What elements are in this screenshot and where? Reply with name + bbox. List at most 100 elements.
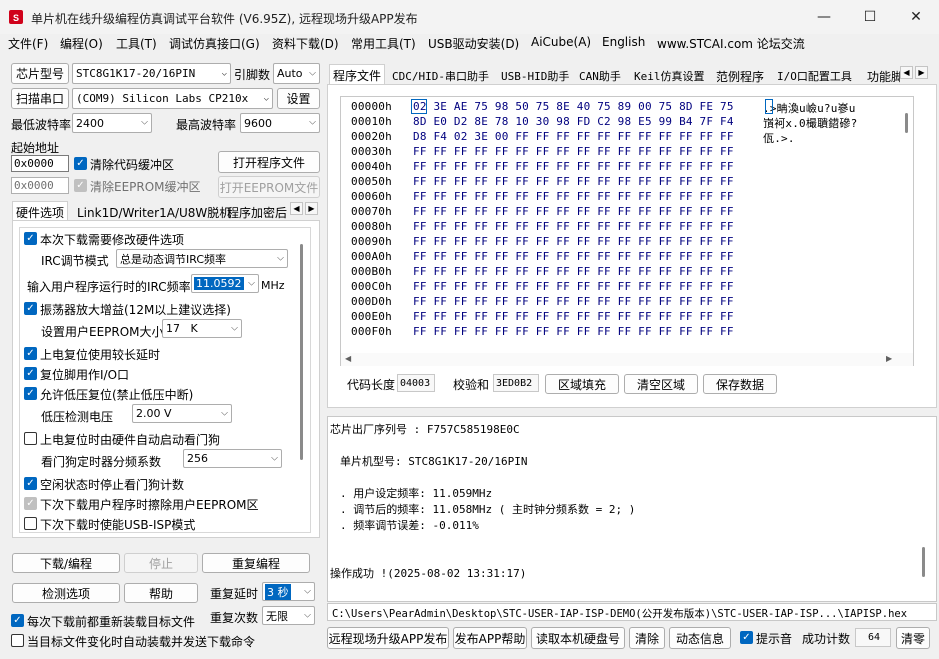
chip-model-button[interactable]: 芯片型号 (11, 63, 69, 84)
repeat-program-button[interactable]: 重复编程 (202, 553, 310, 573)
hex-editor[interactable]: 00000h 02 3E AE 75 98 50 75 8E 40 75 89 0… (340, 96, 914, 366)
repeat-count-select[interactable]: 无限 ⌵ (262, 606, 315, 625)
download-program-button[interactable]: 下载/编程 (12, 553, 120, 573)
hex-ascii: .>畘渙u嶮u?u嵾u (763, 102, 856, 115)
minimize-button[interactable]: — (801, 0, 847, 34)
tab-io-config[interactable]: I/O口配置工具 (774, 66, 855, 86)
close-button[interactable]: ✕ (893, 0, 939, 34)
remote-upgrade-button[interactable]: 远程现场升级APP发布 (327, 627, 449, 649)
tab-hardware-options[interactable]: 硬件选项 (12, 201, 69, 221)
settings-button[interactable]: 设置 (277, 88, 320, 109)
pin-count-label: 引脚数 (234, 68, 271, 82)
check-options-button[interactable]: 检测选项 (12, 583, 120, 603)
save-data-button[interactable]: 保存数据 (703, 374, 777, 394)
clear-log-button[interactable]: 清除 (629, 627, 665, 649)
por-delay-checkbox[interactable]: ✓ (24, 347, 37, 360)
arrow-right-icon: ▶ (308, 204, 315, 213)
publish-help-button[interactable]: 发布APP帮助 (453, 627, 527, 649)
chip-model-select[interactable]: STC8G1K17-20/16PIN ⌵ (72, 63, 231, 84)
fill-region-button[interactable]: 区域填充 (545, 374, 619, 394)
hex-address: 000C0h (351, 280, 392, 293)
lvd-label: 低压检测电压 (41, 410, 114, 424)
success-count-value: 64 (855, 628, 891, 647)
read-disk-id-button[interactable]: 读取本机硬盘号 (531, 627, 625, 649)
repeat-count-label: 重复次数 (210, 611, 259, 625)
eeprom-size-select[interactable]: 17 K ⌵ (162, 319, 242, 338)
tab-scroll-right[interactable]: ▶ (305, 202, 318, 215)
tab-program-file[interactable]: 程序文件 (329, 64, 386, 85)
chevron-down-icon: ⌵ (309, 117, 316, 128)
beep-checkbox[interactable]: ✓ (740, 631, 753, 644)
hex-vscrollbar[interactable] (905, 113, 908, 133)
irc-mode-label: IRC调节模式 (41, 254, 109, 268)
open-program-button[interactable]: 打开程序文件 (218, 151, 320, 173)
tab-scroll-left[interactable]: ◀ (290, 202, 303, 215)
wdt-div-select[interactable]: 256 ⌵ (183, 449, 282, 468)
tab-usb-hid[interactable]: USB-HID助手 (498, 66, 572, 86)
irc-mode-select[interactable]: 总是动态调节IRC频率 ⌵ (116, 249, 288, 268)
right-tab-scroll-right[interactable]: ▶ (915, 66, 928, 79)
maximize-button[interactable]: ☐ (847, 0, 893, 34)
menu-website[interactable]: www.STCAI.com 论坛交流 (657, 35, 805, 52)
log-scrollbar[interactable] (922, 547, 925, 577)
reset-count-button[interactable]: 清零 (896, 627, 930, 649)
usb-isp-checkbox[interactable] (24, 517, 37, 530)
wdt-auto-checkbox[interactable] (24, 432, 37, 445)
scan-port-button[interactable]: 扫描串口 (11, 88, 69, 109)
open-eeprom-button: 打开EEPROM文件 (218, 176, 320, 198)
reload-checkbox[interactable]: ✓ (11, 614, 24, 627)
right-tab-scroll-left[interactable]: ◀ (900, 66, 913, 79)
chevron-down-icon: ⌵ (277, 253, 284, 263)
hex-address: 000E0h (351, 310, 392, 323)
log-line: . 频率调节误差: -0.011% (340, 519, 479, 532)
lvr-checkbox[interactable]: ✓ (24, 387, 37, 400)
menu-program[interactable]: 编程(O) (60, 35, 103, 52)
hex-bytes: D8 F4 02 3E 00 FF FF FF FF FF FF FF FF F… (413, 130, 734, 143)
beep-label: 提示音 (756, 632, 793, 646)
lvd-select[interactable]: 2.00 V ⌵ (132, 404, 232, 423)
chevron-down-icon: ⌵ (263, 93, 269, 103)
menu-file[interactable]: 文件(F) (8, 35, 48, 52)
output-log[interactable]: 芯片出厂序列号 : F757C585198E0C 单片机型号: STC8G1K17… (327, 416, 937, 602)
max-baud-label: 最高波特率 (176, 118, 237, 132)
menu-bar: 文件(F) 编程(O) 工具(T) 调试仿真接口(G) 资料下载(D) 常用工具… (0, 34, 939, 54)
usb-isp-label: 下次下载时使能USB-ISP模式 (40, 518, 196, 532)
clear-region-button[interactable]: 清空区域 (624, 374, 698, 394)
modify-hw-label: 本次下载需要修改硬件选项 (40, 233, 185, 247)
osc-gain-checkbox[interactable]: ✓ (24, 302, 37, 315)
auto-send-checkbox[interactable] (11, 634, 24, 647)
modify-hw-checkbox[interactable]: ✓ (24, 232, 37, 245)
menu-download[interactable]: 资料下载(D) (272, 35, 339, 52)
tab-keil-sim[interactable]: Keil仿真设置 (631, 66, 708, 86)
menu-aicube[interactable]: AiCube(A) (531, 35, 591, 49)
hex-hscrollbar[interactable]: ◀ ▶ (341, 353, 913, 366)
dynamic-info-button[interactable]: 动态信息 (669, 627, 731, 649)
reset-io-checkbox[interactable]: ✓ (24, 367, 37, 380)
menu-english[interactable]: English (602, 35, 645, 49)
help-button[interactable]: 帮助 (124, 583, 198, 603)
wdt-idle-checkbox[interactable]: ✓ (24, 477, 37, 490)
pin-count-select[interactable]: Auto ⌵ (273, 63, 320, 84)
repeat-delay-select[interactable]: 3 秒 ⌵ (262, 582, 315, 601)
hw-options-scrollbar[interactable] (300, 244, 303, 460)
window-title: 单片机在线升级编程仿真调试平台软件 (V6.95Z), 远程现场升级APP发布 (31, 12, 418, 26)
menu-tools[interactable]: 工具(T) (116, 35, 157, 52)
menu-common-tools[interactable]: 常用工具(T) (351, 35, 416, 52)
reload-label: 每次下载前都重新装载目标文件 (27, 615, 196, 629)
port-select[interactable]: (COM9) Silicon Labs CP210x USB to UART⌵ (72, 88, 273, 109)
clear-code-checkbox[interactable]: ✓ (74, 157, 87, 170)
irc-freq-select[interactable]: 11.0592 ⌵ (191, 274, 259, 293)
max-baud-select[interactable]: 9600 ⌵ (240, 113, 320, 133)
tab-cdc-hid-serial[interactable]: CDC/HID-串口助手 (389, 66, 492, 86)
chevron-down-icon: ⌵ (309, 68, 316, 78)
menu-debug[interactable]: 调试仿真接口(G) (169, 35, 260, 52)
chevron-down-icon: ⌵ (221, 408, 228, 418)
code-length-label: 代码长度 (347, 378, 396, 392)
min-baud-select[interactable]: 2400 ⌵ (72, 113, 152, 133)
arrow-right-icon: ▶ (918, 68, 925, 77)
log-line: . 调节后的频率: 11.058MHz ( 主时钟分频系数 = 2; ) (340, 503, 636, 516)
tab-can[interactable]: CAN助手 (576, 66, 624, 86)
code-address-input[interactable]: 0x0000 (11, 155, 69, 172)
menu-usb-driver[interactable]: USB驱动安装(D) (428, 35, 519, 52)
hex-bytes: FF FF FF FF FF FF FF FF FF FF FF FF FF F… (413, 175, 734, 188)
